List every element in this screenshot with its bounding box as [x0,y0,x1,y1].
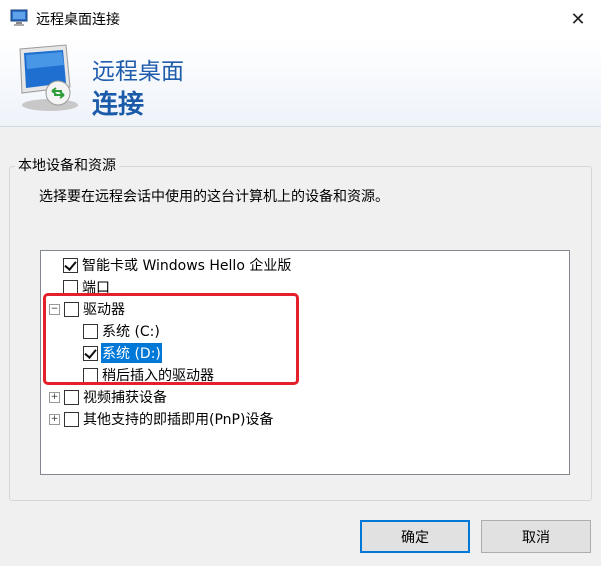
close-icon[interactable]: ✕ [555,0,601,38]
tree-item-label: 其他支持的即插即用(PnP)设备 [83,412,274,428]
remote-desktop-app-icon [10,9,30,31]
tree-item-video-capture[interactable]: + 视频捕获设备 [49,386,168,408]
title-bar: 远程桌面连接 ✕ [0,0,601,38]
expand-icon[interactable]: + [49,391,60,403]
checkbox-smartcard[interactable] [63,257,78,273]
ok-button[interactable]: 确定 [360,520,470,553]
tree-item-pnp-devices[interactable]: + 其他支持的即插即用(PnP)设备 [49,408,274,430]
checkbox-pnp-devices[interactable] [64,411,79,427]
group-title: 本地设备和资源 [15,155,119,175]
group-description: 选择要在远程会话中使用的这台计算机上的设备和资源。 [39,189,389,205]
annotation-highlight-box [43,293,299,385]
banner-title-line1: 远程桌面 [92,59,184,85]
expand-icon[interactable]: + [49,413,60,425]
header-banner: 远程桌面 连接 [0,38,601,127]
tree-item-label: 智能卡或 Windows Hello 企业版 [82,258,292,274]
window-title: 远程桌面连接 [36,12,120,28]
remote-desktop-logo-icon [12,43,82,119]
checkbox-video-capture[interactable] [64,389,79,405]
tree-item-smartcard[interactable]: 智能卡或 Windows Hello 企业版 [63,254,292,276]
cancel-button[interactable]: 取消 [481,520,591,553]
tree-item-label: 视频捕获设备 [83,390,167,406]
banner-title-line2: 连接 [92,90,145,120]
